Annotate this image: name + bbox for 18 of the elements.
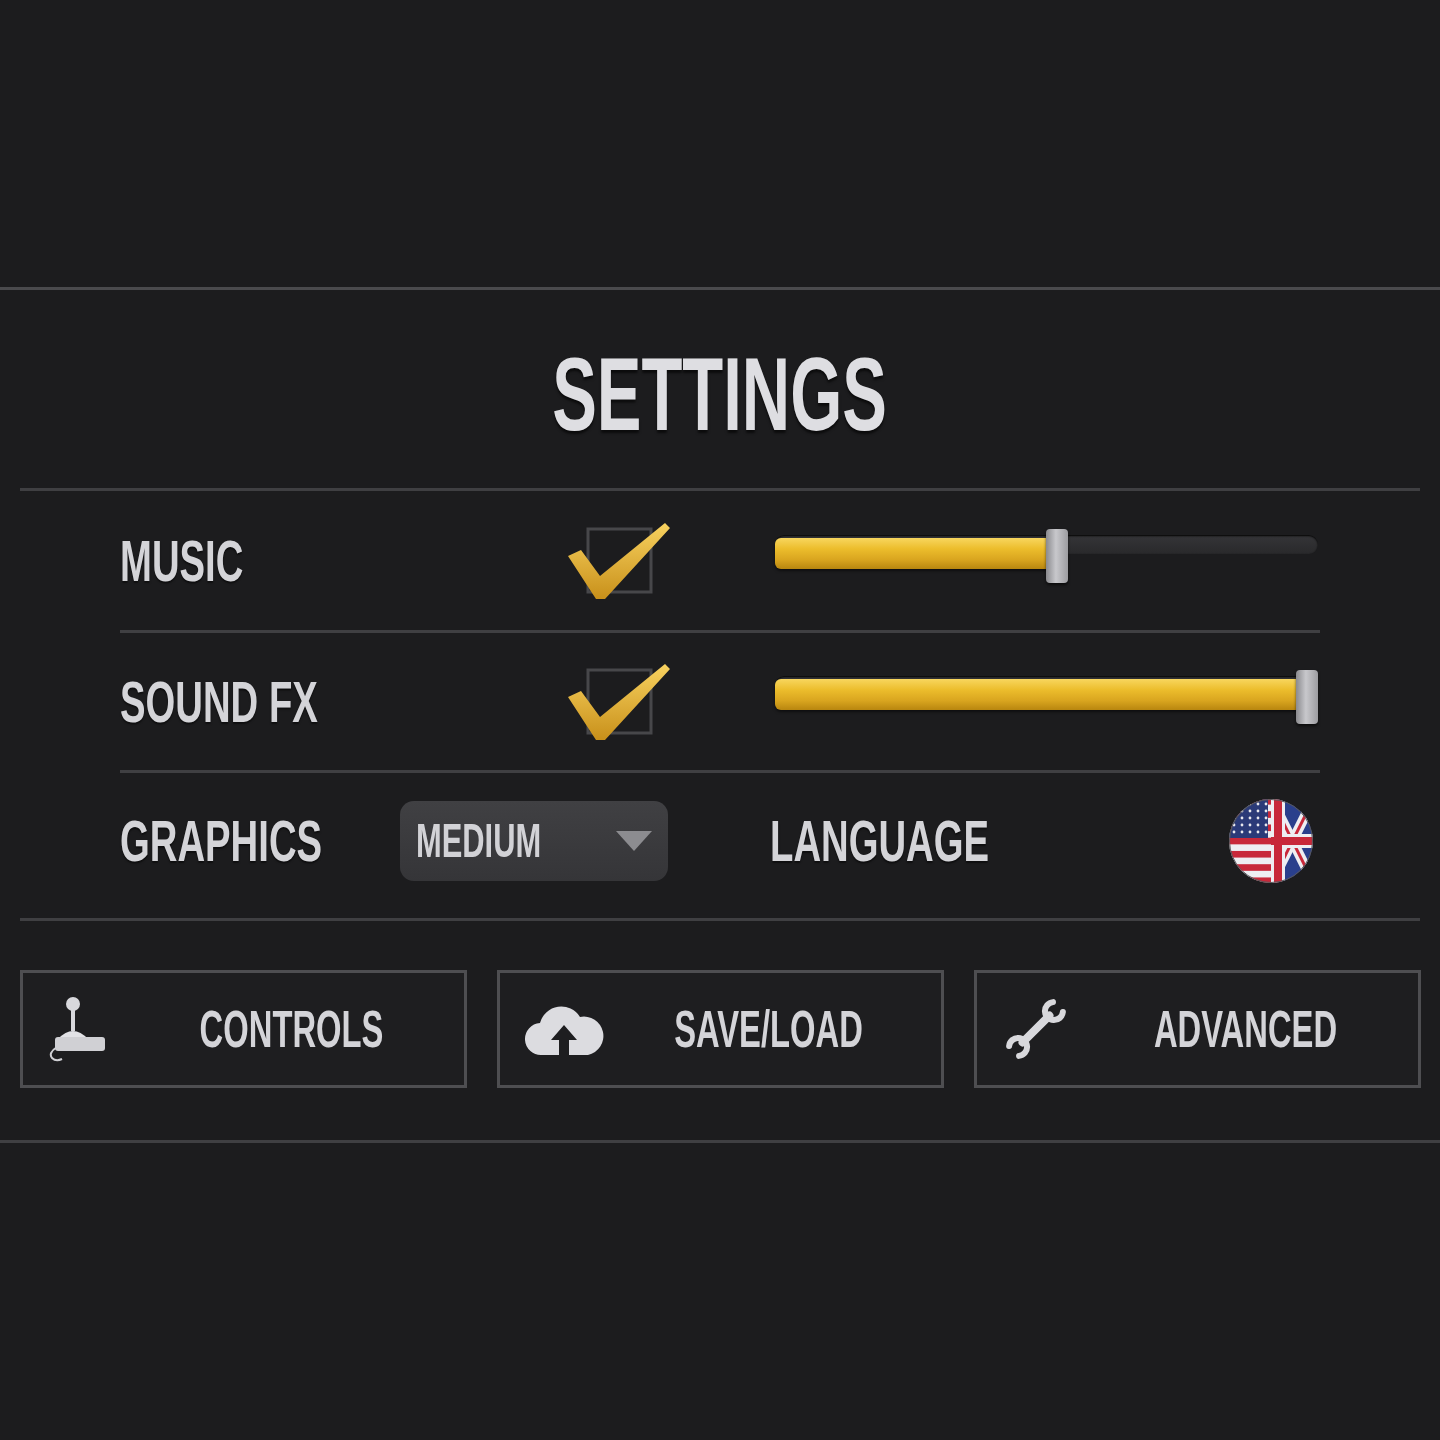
graphics-dropdown[interactable]: MEDIUM	[400, 800, 668, 881]
setting-label: SOUND FX	[120, 672, 318, 731]
checkbox[interactable]	[566, 520, 672, 601]
checkbox[interactable]	[566, 661, 672, 742]
setting-label: LANGUAGE	[770, 811, 990, 870]
flag-icon[interactable]	[1228, 797, 1314, 884]
setting-label: GRAPHICS	[120, 811, 323, 870]
joystick-icon	[47, 995, 107, 1063]
menu-button[interactable]: ADVANCED	[974, 970, 1421, 1088]
caret-icon	[616, 830, 652, 851]
slider-thumb[interactable]	[1296, 670, 1318, 724]
setting-label: MUSIC	[120, 531, 244, 590]
slider-thumb[interactable]	[1045, 529, 1068, 583]
slider-track[interactable]	[775, 529, 1318, 583]
settings-title: SETTINGS	[552, 343, 888, 446]
slider-track[interactable]	[775, 670, 1318, 724]
menu-button[interactable]: SAVE/LOAD	[497, 970, 944, 1088]
menu-button[interactable]: CONTROLS	[20, 970, 467, 1088]
